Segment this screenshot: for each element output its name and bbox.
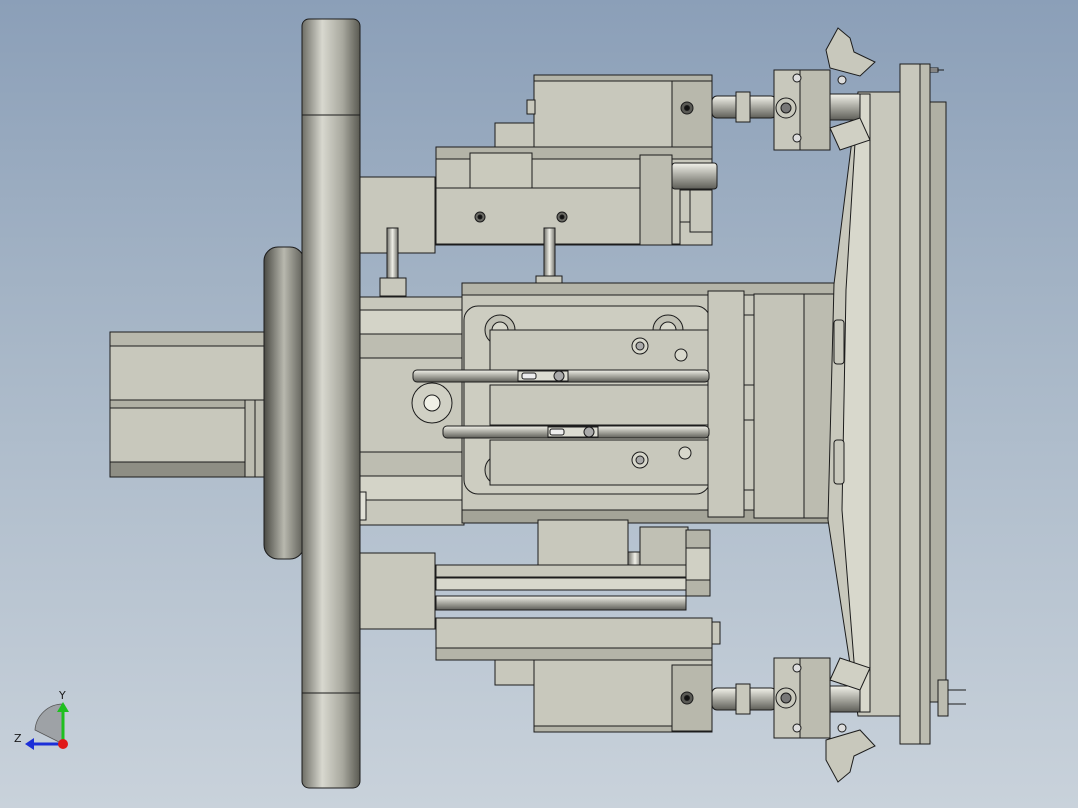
finger-rod-bottom[interactable] — [711, 683, 777, 715]
hub-disk[interactable] — [263, 246, 305, 560]
slide-rod-lower[interactable] — [442, 425, 710, 439]
upper-cylinder[interactable] — [435, 74, 718, 246]
mounting-flange[interactable] — [301, 18, 361, 789]
gripper-assembly-model[interactable]: Y Z — [0, 0, 1078, 808]
slide-rod-upper[interactable] — [412, 369, 710, 383]
z-axis-arrowhead — [25, 738, 34, 750]
jaw-plate[interactable] — [827, 63, 947, 745]
axis-triad[interactable]: Y Z — [14, 689, 69, 750]
lower-cylinder[interactable] — [435, 519, 721, 733]
x-axis-dot — [58, 739, 68, 749]
slide-housing[interactable] — [411, 282, 835, 524]
motor-block[interactable] — [109, 331, 269, 478]
finger-rod-top[interactable] — [711, 91, 777, 123]
y-axis-label: Y — [58, 689, 66, 702]
cad-graphics-viewport[interactable]: Y Z — [0, 0, 1078, 808]
z-axis-label: Z — [14, 732, 22, 745]
